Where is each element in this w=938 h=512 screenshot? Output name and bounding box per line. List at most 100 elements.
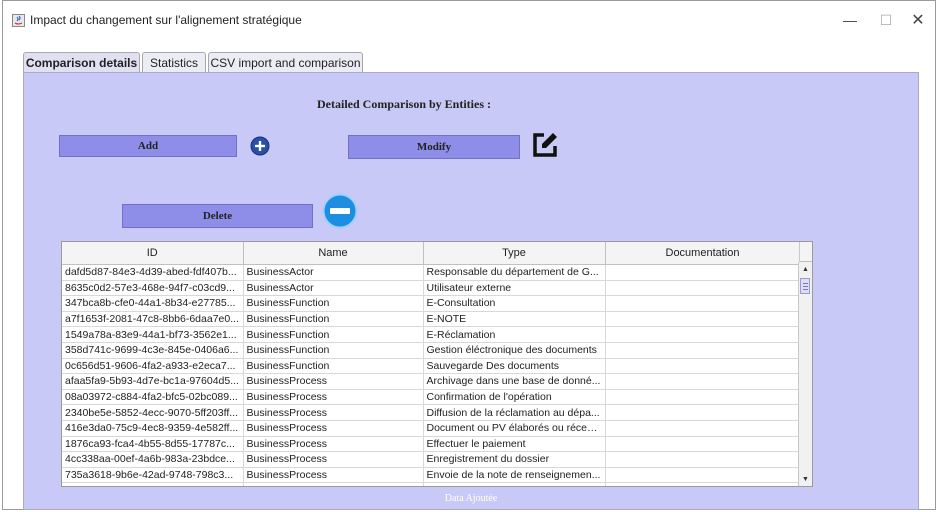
- table-cell: Document ou PV élaborés ou récep...: [423, 420, 606, 437]
- table-row[interactable]: 1876ca93-fca4-4b55-8d55-17787c... Busines…: [62, 436, 801, 453]
- column-header-id[interactable]: ID: [62, 242, 244, 265]
- table-row[interactable]: a7f1653f-2081-47c8-8bb6-6daa7e0... Busine…: [62, 311, 801, 328]
- vertical-scrollbar[interactable]: ▲ ▼: [798, 262, 812, 486]
- column-header-documentation[interactable]: Documentation: [605, 242, 801, 265]
- table-cell: BusinessProcess: [243, 467, 424, 484]
- table-cell: [605, 280, 801, 297]
- scroll-up-arrow-icon[interactable]: ▲: [799, 262, 812, 276]
- table-cell: Diffusion de la réclamation au dépa...: [423, 404, 606, 421]
- table-cell: 08a03972-c884-4fa2-bfc5-02bc089...: [62, 389, 244, 406]
- table-cell: 358d741c-9699-4c3e-845e-0406a6...: [62, 342, 244, 359]
- table-cell: Responsable du département de G...: [423, 264, 606, 281]
- table-cell: [605, 404, 801, 421]
- table-cell: [605, 436, 801, 453]
- table-cell: [605, 311, 801, 328]
- app-window: Impact du changement sur l'alignement st…: [2, 0, 936, 510]
- table-cell: BusinessProcess: [243, 482, 424, 486]
- entities-table[interactable]: ID Name Type Documentation dafd5d87-84e3…: [61, 241, 813, 487]
- table-cell: f9c87246-5bcd-4266-99e5-2926ce...: [62, 482, 244, 486]
- table-row[interactable]: 347bca8b-cfe0-44a1-8b34-e27785... Busines…: [62, 295, 801, 312]
- table-row[interactable]: 735a3618-9b6e-42ad-9748-798c3... Business…: [62, 467, 801, 484]
- table-row[interactable]: afaa5fa9-5b93-4d7e-bc1a-97604d5... Busine…: [62, 373, 801, 390]
- table-cell: BusinessProcess: [243, 404, 424, 421]
- table-row[interactable]: f9c87246-5bcd-4266-99e5-2926ce...Busines…: [62, 482, 801, 486]
- table-cell: Archivage dans une base de donné...: [423, 373, 606, 390]
- table-cell: BusinessProcess: [243, 451, 424, 468]
- table-cell: BusinessProcess: [243, 436, 424, 453]
- table-cell: [605, 342, 801, 359]
- table-cell: 1549a78a-83e9-44a1-bf73-3562e1...: [62, 326, 244, 343]
- table-cell: Utilisateur externe: [423, 280, 606, 297]
- java-app-icon: [12, 14, 25, 27]
- add-button[interactable]: Add: [59, 135, 237, 157]
- tab-csv-import[interactable]: CSV import and comparison: [208, 52, 363, 72]
- table-header-row: ID Name Type Documentation: [62, 242, 801, 265]
- table-cell: BusinessActor: [243, 280, 424, 297]
- table-cell: BusinessActor: [243, 264, 424, 281]
- title-bar: Impact du changement sur l'alignement st…: [3, 1, 935, 39]
- table-cell: 2340be5e-5852-4ecc-9070-5ff203ff...: [62, 404, 244, 421]
- table-row[interactable]: 8635c0d2-57e3-468e-94f7-c03cd9... Busines…: [62, 280, 801, 297]
- table-cell: 0c656d51-9606-4fa2-a933-e2eca7...: [62, 358, 244, 375]
- status-message: Data Ajoutée: [444, 493, 498, 504]
- table-cell: 735a3618-9b6e-42ad-9748-798c3...: [62, 467, 244, 484]
- tab-comparison-details[interactable]: Comparison details: [23, 52, 140, 72]
- delete-button[interactable]: Delete: [122, 204, 313, 228]
- table-cell: BusinessFunction: [243, 326, 424, 343]
- table-row[interactable]: 358d741c-9699-4c3e-845e-0406a6... Busines…: [62, 342, 801, 359]
- table-cell: BusinessProcess: [243, 420, 424, 437]
- table-row[interactable]: 1549a78a-83e9-44a1-bf73-3562e1... Busines…: [62, 326, 801, 343]
- maximize-button[interactable]: ☐: [871, 9, 901, 31]
- plus-circle-icon[interactable]: [250, 136, 270, 156]
- table-cell: [605, 467, 801, 484]
- scroll-thumb[interactable]: [800, 278, 810, 294]
- table-cell: afaa5fa9-5b93-4d7e-bc1a-97604d5...: [62, 373, 244, 390]
- table-cell: BusinessFunction: [243, 358, 424, 375]
- table-cell: a7f1653f-2081-47c8-8bb6-6daa7e0...: [62, 311, 244, 328]
- minimize-button[interactable]: —: [835, 9, 865, 31]
- table-cell: Formulaire à remplir en ?/?? Plan di...: [423, 482, 606, 486]
- table-cell: [605, 373, 801, 390]
- tab-statistics[interactable]: Statistics: [142, 52, 206, 72]
- table-row[interactable]: 4cc338aa-00ef-4a6b-983a-23bdce... Busines…: [62, 451, 801, 468]
- table-cell: BusinessFunction: [243, 342, 424, 359]
- table-cell: BusinessFunction: [243, 311, 424, 328]
- table-cell: Envoie de la note de renseignemen...: [423, 467, 606, 484]
- edit-icon[interactable]: [531, 131, 559, 159]
- table-row[interactable]: 0c656d51-9606-4fa2-a933-e2eca7... Busines…: [62, 358, 801, 375]
- table-cell: [605, 326, 801, 343]
- table-header-corner: [799, 242, 812, 262]
- table-cell: [605, 389, 801, 406]
- table-cell: 1876ca93-fca4-4b55-8d55-17787c...: [62, 436, 244, 453]
- section-title: Detailed Comparison by Entities :: [317, 97, 491, 111]
- table-row[interactable]: dafd5d87-84e3-4d39-abed-fdf407b... Busine…: [62, 264, 801, 281]
- table-cell: [605, 358, 801, 375]
- table-cell: E-NOTE: [423, 311, 606, 328]
- table-cell: BusinessProcess: [243, 373, 424, 390]
- table-row[interactable]: 2340be5e-5852-4ecc-9070-5ff203ff... Busin…: [62, 404, 801, 421]
- column-header-name[interactable]: Name: [243, 242, 424, 265]
- table-cell: E-Réclamation: [423, 326, 606, 343]
- scroll-down-arrow-icon[interactable]: ▼: [799, 472, 812, 486]
- table-cell: 8635c0d2-57e3-468e-94f7-c03cd9...: [62, 280, 244, 297]
- table-cell: 416e3da0-75c9-4ec8-9359-4e582ff...: [62, 420, 244, 437]
- table-body: dafd5d87-84e3-4d39-abed-fdf407b... Busine…: [62, 264, 801, 486]
- table-cell: [605, 295, 801, 312]
- window-title: Impact du changement sur l'alignement st…: [30, 13, 302, 27]
- table-cell: dafd5d87-84e3-4d39-abed-fdf407b...: [62, 264, 244, 281]
- thumb-grip-line: [803, 283, 808, 284]
- column-header-type[interactable]: Type: [423, 242, 606, 265]
- table-cell: 347bca8b-cfe0-44a1-8b34-e27785...: [62, 295, 244, 312]
- table-cell: [605, 264, 801, 281]
- table-cell: [605, 451, 801, 468]
- table-row[interactable]: 416e3da0-75c9-4ec8-9359-4e582ff... Busine…: [62, 420, 801, 437]
- table-row[interactable]: 08a03972-c884-4fa2-bfc5-02bc089... Busine…: [62, 389, 801, 406]
- table-cell: [605, 420, 801, 437]
- modify-button[interactable]: Modify: [348, 135, 520, 159]
- thumb-grip-line: [803, 286, 808, 287]
- table-cell: E-Consultation: [423, 295, 606, 312]
- table-cell: Enregistrement du dossier: [423, 451, 606, 468]
- table-cell: BusinessProcess: [243, 389, 424, 406]
- minus-circle-icon[interactable]: [322, 193, 358, 229]
- close-button[interactable]: ✕: [903, 9, 933, 31]
